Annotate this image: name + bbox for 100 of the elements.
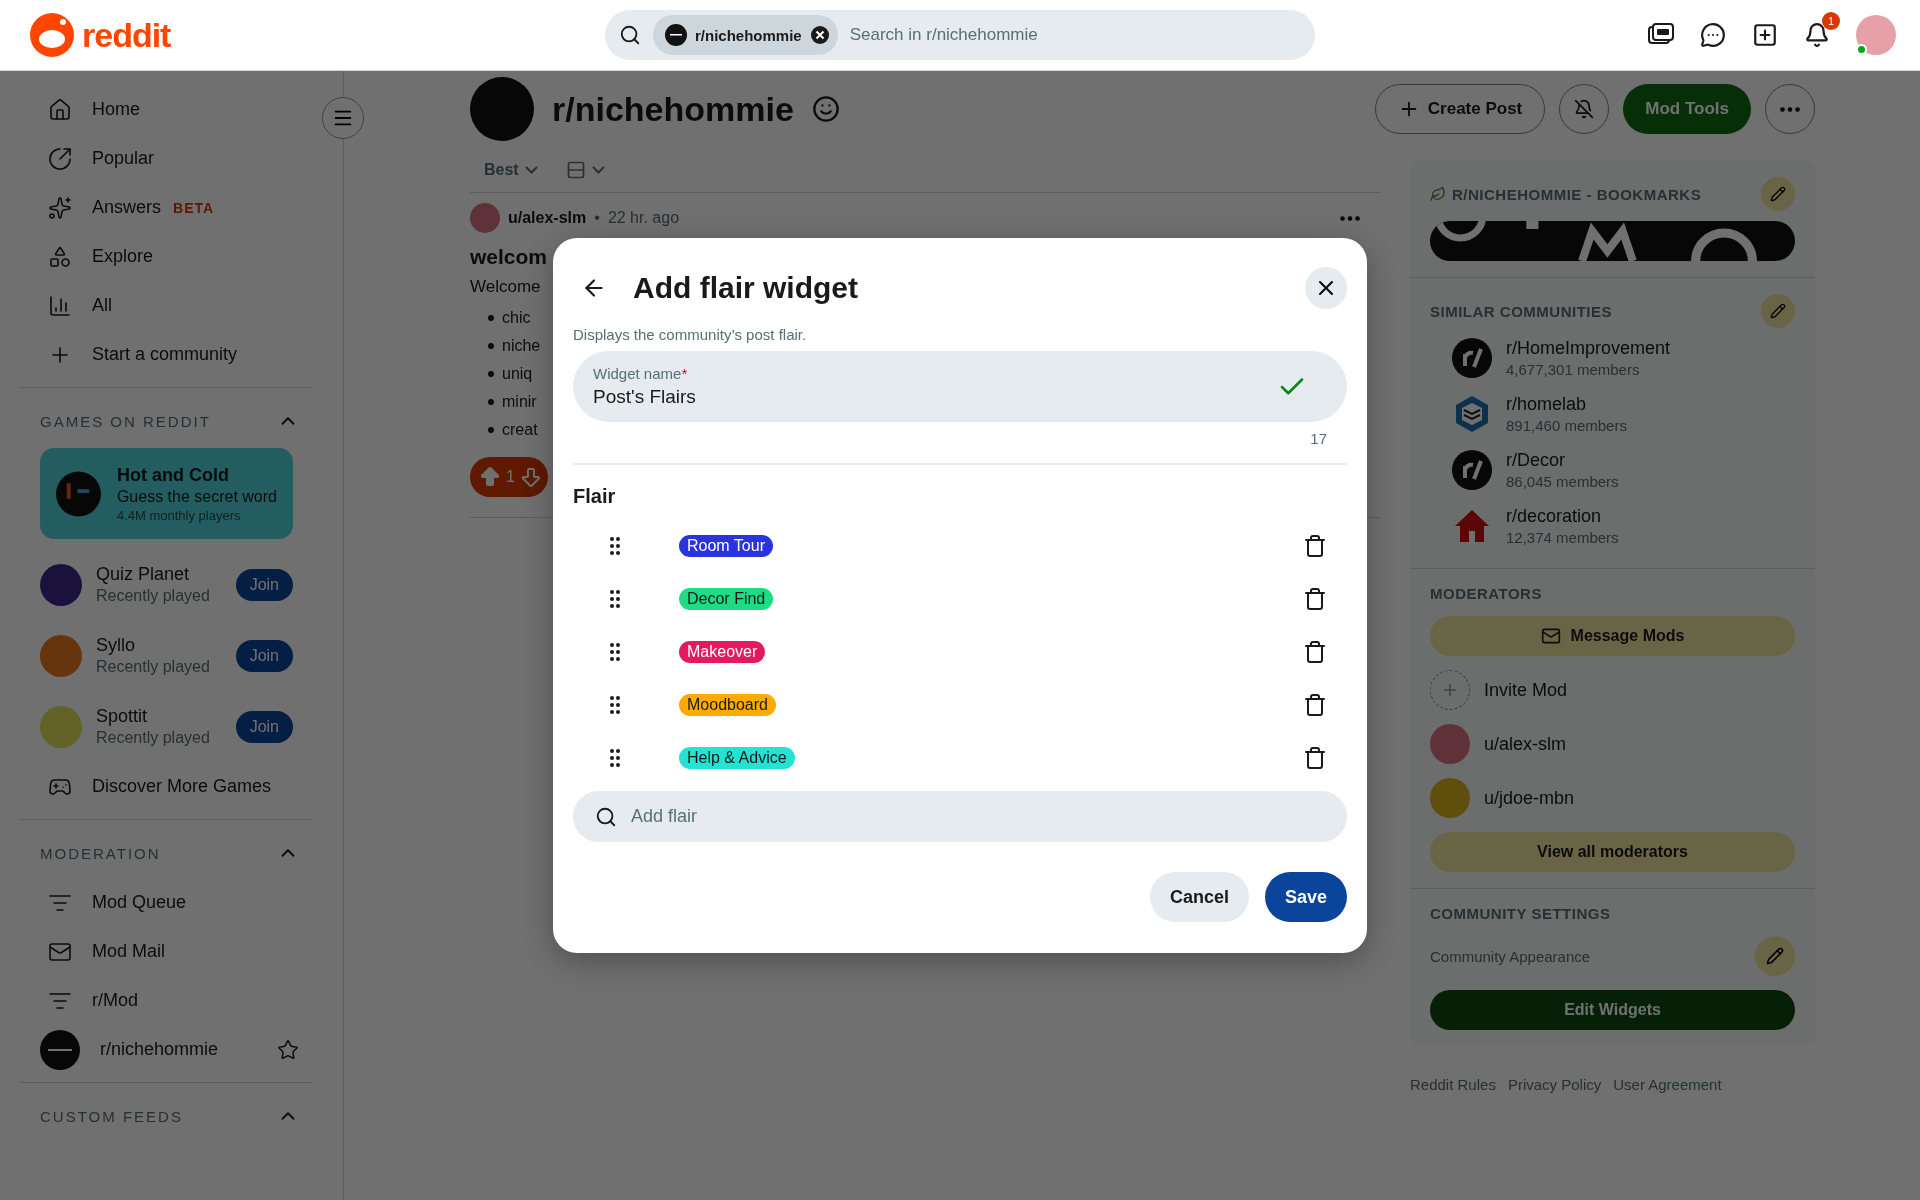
add-flair-field[interactable]: Add flair (573, 791, 1347, 842)
nav-item[interactable]: Discover More Games (0, 762, 343, 811)
widget-name-field[interactable]: Widget name* Post's Flairs (573, 351, 1347, 422)
bullet-text: niche (502, 337, 541, 355)
join-button[interactable]: Join (235, 568, 293, 601)
game-item[interactable]: Syllo Recently played Join (0, 620, 343, 691)
trash-icon[interactable] (1303, 586, 1327, 611)
footer-link[interactable]: Privacy Policy (1507, 1076, 1602, 1093)
section-title: MODERATORS (1430, 585, 1543, 602)
dialog-description: Displays the community’s post flair. (573, 326, 808, 343)
trash-icon[interactable] (1303, 533, 1327, 558)
game-tagline: Guess the secret word (116, 487, 277, 506)
footer-link[interactable]: User Agreement (1613, 1076, 1722, 1093)
nav-item[interactable]: Answers BETA (0, 183, 343, 232)
game-icon (40, 705, 82, 748)
nav-item[interactable]: All (0, 281, 343, 330)
bullet-icon (488, 371, 494, 377)
trash-icon[interactable] (1303, 745, 1327, 770)
user-avatar[interactable] (1856, 15, 1896, 55)
community-name: r/homelab (1506, 394, 1588, 415)
chat-button[interactable] (1700, 22, 1726, 48)
invite-mod-link[interactable]: Invite Mod (1430, 670, 1795, 710)
moderator-item[interactable]: u/alex-slm (1430, 724, 1795, 764)
create-button[interactable] (1752, 22, 1778, 48)
join-button[interactable]: Join (235, 710, 293, 743)
star-icon[interactable] (277, 1038, 299, 1061)
bullet-text: uniq (502, 365, 533, 383)
nav-item[interactable]: r/nichehommie (0, 1025, 343, 1074)
collapse-button[interactable] (322, 97, 364, 139)
sort-dropdown[interactable]: Best (484, 160, 538, 179)
nav-label: r/nichehommie (100, 1039, 219, 1060)
search-placeholder: Search in r/nichehommie (849, 25, 1038, 45)
upvote-icon[interactable] (478, 465, 502, 489)
mod-tools-button[interactable]: Mod Tools (1623, 84, 1751, 134)
field-label: Widget name (593, 365, 682, 382)
edit-button[interactable] (1761, 294, 1795, 328)
trash-icon[interactable] (1303, 639, 1327, 664)
community-item[interactable]: r/decoration 12,374 members (1430, 500, 1795, 552)
save-button[interactable]: Save (1264, 872, 1347, 922)
community-chip[interactable]: r/nichehommie (653, 15, 838, 55)
view-dropdown[interactable] (565, 159, 605, 180)
nav-item[interactable]: Mod Queue (0, 878, 343, 927)
notifications-button[interactable] (1804, 22, 1830, 48)
game-name: Quiz Planet (96, 564, 191, 585)
section-heading: Flair (573, 485, 617, 508)
edit-widgets-button[interactable]: Edit Widgets (1430, 990, 1795, 1030)
game-icon (56, 470, 101, 517)
setting-label: Community Appearance (1430, 947, 1591, 965)
arrow-circle-icon (48, 146, 72, 171)
join-button[interactable]: Join (235, 639, 293, 672)
community-item[interactable]: r/homelab 891,460 members (1430, 388, 1795, 440)
moderator-item[interactable]: u/jdoe-mbn (1430, 778, 1795, 818)
member-count: 12,374 members (1506, 529, 1619, 546)
member-count: 891,460 members (1506, 417, 1627, 434)
community-item[interactable]: r/HomeImprovement 4,677,301 members (1430, 332, 1795, 384)
community-item[interactable]: r/Decor 86,045 members (1430, 444, 1795, 496)
footer-link[interactable]: Reddit Rules (1410, 1076, 1496, 1093)
nav-item[interactable]: Start a community (0, 330, 343, 379)
section-title: MODERATION (40, 844, 161, 862)
edit-button[interactable] (1755, 936, 1795, 976)
community-name: r/HomeImprovement (1506, 338, 1671, 359)
layout-icon (565, 159, 586, 180)
featured-game-card[interactable]: Hot and Cold Guess the secret word 4.4M monthly players (40, 448, 293, 539)
section-title: GAMES ON REDDIT (40, 412, 211, 430)
nav-label: Start a community (92, 344, 238, 365)
plus-icon (1441, 681, 1459, 699)
bullet-icon (488, 399, 494, 405)
message-mods-button[interactable]: Message Mods (1430, 616, 1795, 656)
moderator-name: u/jdoe-mbn (1484, 787, 1575, 809)
game-item[interactable]: Spottit Recently played Join (0, 691, 343, 762)
more-icon[interactable] (1340, 215, 1360, 221)
beta-label: BETA (173, 199, 215, 216)
remove-icon[interactable] (809, 25, 830, 45)
flair-tag: Makeover (679, 640, 766, 663)
bullet-text: minir (502, 393, 537, 411)
ad-box-icon (1648, 23, 1674, 47)
edit-button[interactable] (1761, 177, 1795, 211)
community-name: r/decoration (1506, 506, 1603, 527)
nav-item[interactable]: Mod Mail (0, 927, 343, 976)
separator: • (594, 209, 600, 227)
member-count: 86,045 members (1506, 473, 1619, 490)
game-icon (40, 563, 82, 606)
view-moderators-button[interactable]: View all moderators (1430, 832, 1795, 872)
game-name: Syllo (96, 635, 136, 656)
required-mark: * (681, 365, 688, 382)
game-icon (40, 634, 82, 677)
create-post-button[interactable]: Create Post (1374, 84, 1546, 134)
nav-item[interactable]: Explore (0, 232, 343, 281)
chat-icon (1700, 22, 1726, 48)
game-name: Spottit (96, 706, 149, 727)
close-button[interactable] (1305, 267, 1347, 309)
search-icon (619, 24, 641, 46)
trash-icon[interactable] (1303, 692, 1327, 717)
game-item[interactable]: Quiz Planet Recently played Join (0, 549, 343, 620)
community-icon (40, 1029, 80, 1070)
cancel-button[interactable]: Cancel (1149, 872, 1249, 922)
search-field[interactable]: r/nichehommie Search in r/nichehommie (605, 10, 1315, 60)
game-status: Recently played (96, 729, 210, 747)
advertise-button[interactable] (1648, 23, 1674, 47)
nav-item[interactable]: r/Mod (0, 976, 343, 1025)
